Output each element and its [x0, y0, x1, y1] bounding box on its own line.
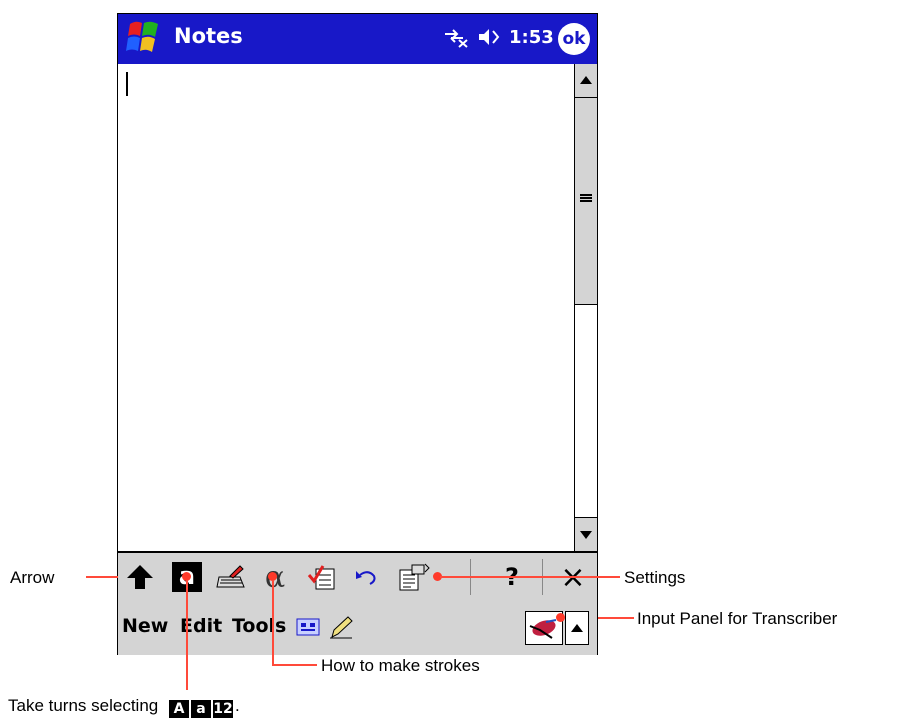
status-area: 1:53 — [443, 26, 554, 48]
scroll-thumb[interactable] — [575, 98, 597, 305]
keyboard-button[interactable] — [214, 560, 248, 594]
undo-button[interactable] — [352, 560, 380, 594]
pen-icon[interactable] — [328, 615, 354, 639]
text-cursor — [126, 72, 128, 96]
callout-input-panel-label: Input Panel for Transcriber — [637, 609, 838, 628]
callout-take-turns: Take turns selecting Aa 12. — [8, 696, 240, 718]
callout-mode-line — [186, 580, 188, 690]
title-bar: Notes 1:53 ok — [118, 14, 597, 64]
clock[interactable]: 1:53 — [509, 27, 554, 48]
callout-strokes-line-v — [272, 580, 274, 665]
scroll-down-button[interactable] — [575, 517, 597, 551]
input-method-selector[interactable] — [565, 611, 589, 645]
arrow-button[interactable] — [124, 560, 156, 594]
callout-arrow-label: Arrow — [10, 568, 55, 587]
callout-settings-label: Settings — [624, 568, 686, 587]
note-canvas[interactable] — [118, 64, 574, 551]
settings-button[interactable] — [396, 560, 432, 594]
scroll-up-icon — [580, 76, 592, 84]
lowercase-mode-icon: a — [190, 700, 211, 718]
callout-strokes-line-h — [272, 664, 317, 666]
uppercase-mode-icon: A — [168, 700, 189, 718]
settings-icon — [399, 563, 430, 591]
scroll-up-button[interactable] — [575, 64, 597, 98]
callout-take-turns-period: . — [234, 696, 240, 715]
undo-icon — [356, 571, 376, 585]
speaker-icon[interactable] — [477, 26, 501, 48]
pocket-pc-screen: Notes 1:53 ok × New Edit Tools — [117, 13, 598, 655]
up-arrow-icon — [127, 565, 153, 589]
numeric-mode-icon: 12 — [212, 700, 233, 718]
check-button[interactable] — [306, 560, 338, 594]
vertical-scrollbar[interactable] — [574, 64, 597, 551]
grip-icon — [580, 194, 592, 202]
menu-new[interactable]: New — [122, 615, 168, 637]
recording-icon[interactable] — [296, 617, 320, 637]
callout-take-turns-label: Take turns selecting — [8, 696, 159, 715]
callout-input-panel-dot — [556, 613, 565, 622]
checklist-icon — [307, 565, 335, 590]
chevron-up-icon — [571, 624, 583, 632]
callout-input-panel-line — [598, 617, 634, 619]
scroll-down-icon — [580, 531, 592, 539]
ok-button[interactable]: ok — [558, 23, 590, 55]
keyboard-icon — [216, 565, 245, 588]
menu-tools[interactable]: Tools — [232, 615, 286, 637]
menu-bar: New Edit Tools — [118, 601, 597, 655]
mode-glyphs: Aa 12 — [168, 696, 235, 718]
app-title: Notes — [174, 24, 243, 48]
start-menu-icon[interactable] — [122, 18, 166, 60]
callout-arrow-line — [86, 576, 118, 578]
connectivity-icon[interactable] — [443, 26, 469, 48]
callout-strokes-label: How to make strokes — [321, 656, 480, 675]
callout-settings-line — [440, 576, 620, 578]
